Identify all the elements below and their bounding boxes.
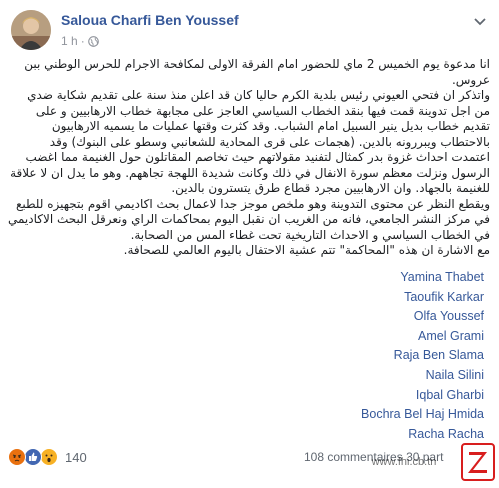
- post-paragraph: مع الاشارة ان هذه "المحاكمة" تتم عشية ال…: [123, 243, 490, 257]
- tagged-name-link[interactable]: Amel Grami: [361, 327, 484, 347]
- globe-icon: [87, 35, 99, 47]
- post-paragraph: واتذكر ان فتحي العيوني رئيس بلدية الكرم …: [10, 88, 490, 195]
- post-meta: 1 h ·: [61, 34, 99, 48]
- tagged-name-link[interactable]: Iqbal Gharbi: [361, 386, 484, 406]
- tagged-name-link[interactable]: Taoufik Karkar: [361, 288, 484, 308]
- tagged-name-link[interactable]: Naila Silini: [361, 366, 484, 386]
- post-time[interactable]: 1 h: [61, 34, 78, 48]
- tagged-name-link[interactable]: Yamina Thabet: [361, 268, 484, 288]
- like-reaction-icon: [24, 448, 42, 466]
- tagged-name-link[interactable]: Bochra Bel Haj Hmida: [361, 405, 484, 425]
- avatar[interactable]: [11, 10, 51, 50]
- reaction-count: 140: [65, 449, 87, 465]
- post-header: Saloua Charfi Ben Youssef 1 h ·: [0, 0, 499, 56]
- angry-reaction-icon: [8, 448, 26, 466]
- tagged-name-link[interactable]: Olfa Youssef: [361, 307, 484, 327]
- watermark-logo: www.fhi.cb.tn: [371, 456, 437, 468]
- z-brand-logo-icon: [461, 443, 495, 481]
- wow-reaction-icon: [40, 448, 58, 466]
- post-text: انا مدعوة يوم الخميس 2 ماي للحضور امام ا…: [8, 57, 490, 259]
- avatar-photo: [11, 10, 51, 50]
- watermark-text: www.fhi.cb.tn: [371, 456, 437, 468]
- tagged-names-list: Yamina Thabet Taoufik Karkar Olfa Yousse…: [361, 268, 484, 444]
- tagged-name-link[interactable]: Raja Ben Slama: [361, 346, 484, 366]
- author-name[interactable]: Saloua Charfi Ben Youssef: [61, 12, 239, 28]
- reactions-summary[interactable]: 140: [8, 448, 87, 466]
- chevron-down-icon[interactable]: [473, 14, 487, 28]
- post-paragraph: ويقطع النظر عن محتوى التدوينة وهو ملخص م…: [7, 196, 490, 242]
- post-paragraph: انا مدعوة يوم الخميس 2 ماي للحضور امام ا…: [24, 57, 490, 87]
